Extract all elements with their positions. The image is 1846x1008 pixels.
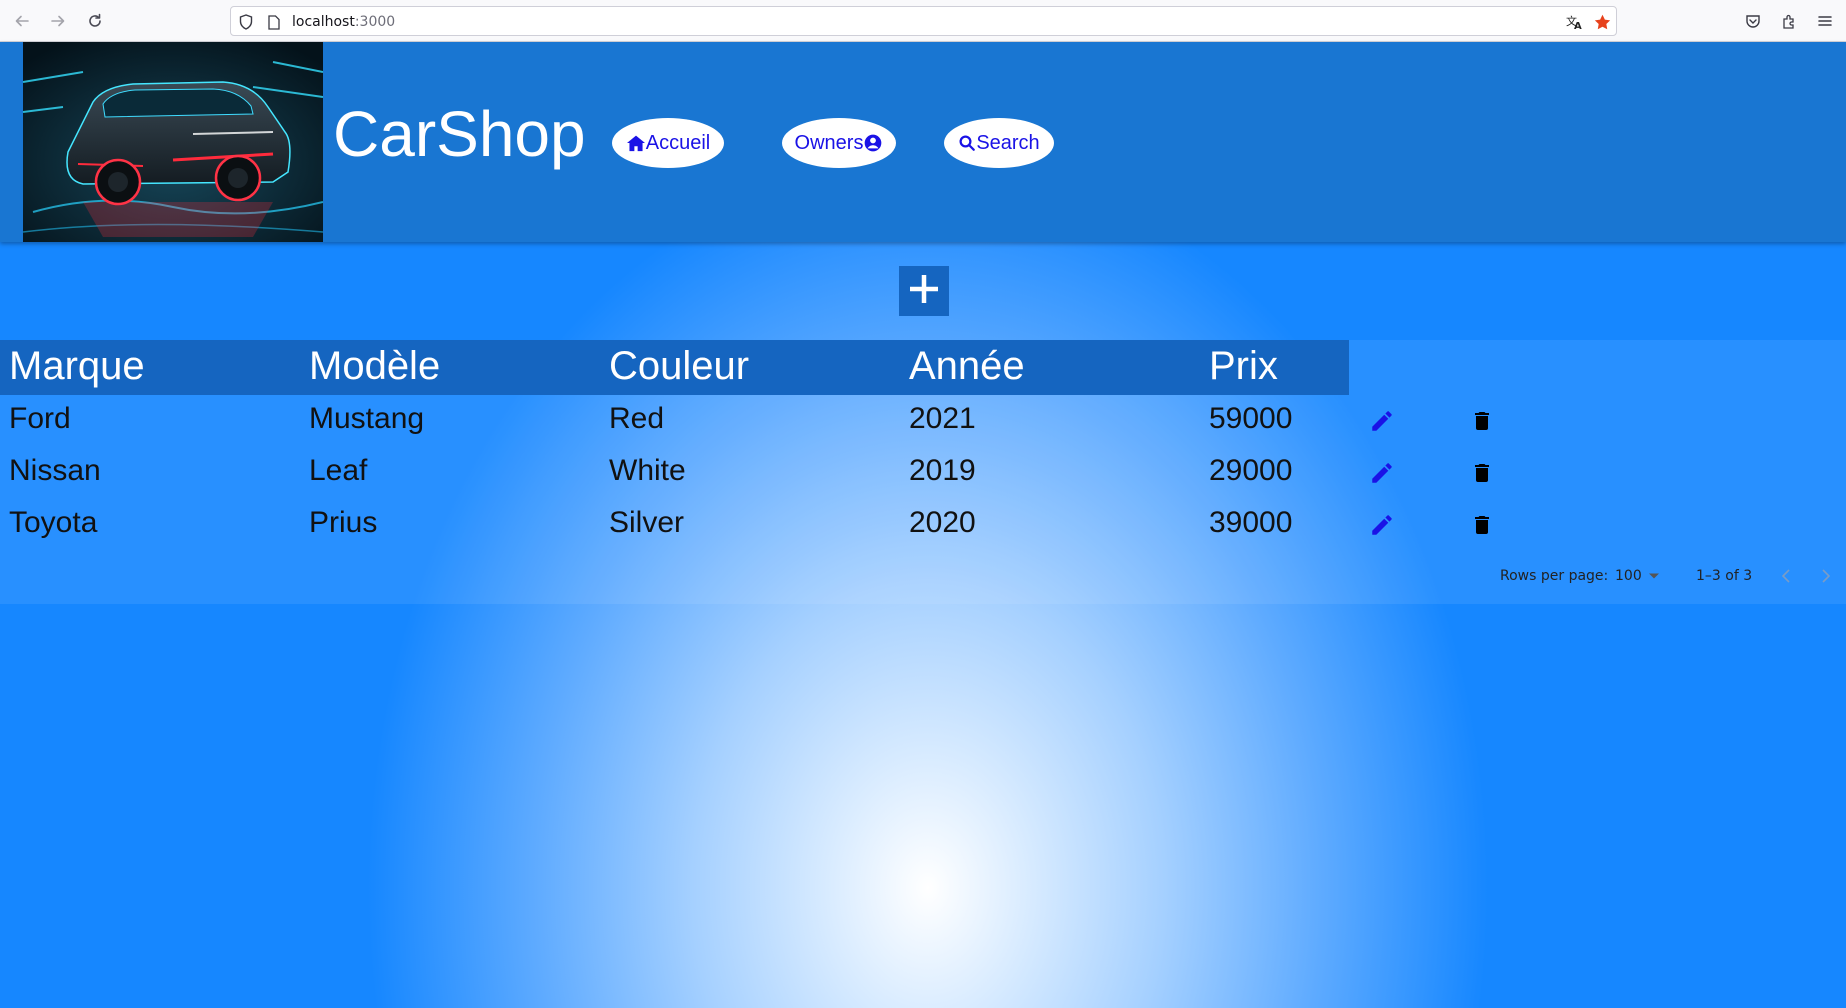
cell-model: Prius — [309, 506, 378, 539]
bookmark-star-icon[interactable] — [1593, 13, 1611, 31]
chevron-down-icon — [1648, 568, 1660, 584]
delete-button[interactable] — [1467, 458, 1497, 488]
owners-nav-button[interactable]: Owners — [782, 118, 896, 168]
cell-model: Leaf — [309, 454, 368, 487]
column-header-couleur[interactable]: Couleur — [609, 342, 749, 390]
column-header-annee[interactable]: Année — [909, 342, 1025, 390]
reload-icon[interactable] — [83, 9, 107, 33]
rows-per-page-select[interactable]: 100 — [1615, 568, 1660, 584]
delete-button[interactable] — [1467, 406, 1497, 436]
column-header-prix[interactable]: Prix — [1209, 342, 1278, 390]
menu-icon[interactable] — [1813, 9, 1837, 33]
cell-color: Red — [609, 402, 665, 435]
home-icon — [626, 134, 646, 152]
cell-brand: Nissan — [9, 454, 101, 487]
pencil-icon — [1372, 515, 1392, 535]
column-header-marque[interactable]: Marque — [9, 342, 145, 390]
cell-color: Silver — [609, 506, 685, 539]
cell-color: White — [609, 454, 686, 487]
rows-per-page-value: 100 — [1615, 568, 1642, 584]
search-icon — [958, 134, 976, 152]
cell-price: 29000 — [1209, 454, 1293, 487]
cell-year: 2021 — [909, 402, 976, 435]
extensions-icon[interactable] — [1777, 9, 1801, 33]
trash-icon — [1475, 464, 1489, 482]
add-car-button[interactable] — [899, 266, 949, 316]
url-bar[interactable]: localhost:3000 文A — [230, 6, 1617, 36]
url-port: :3000 — [354, 14, 396, 30]
search-nav-label: Search — [976, 131, 1040, 154]
home-nav-label: Accueil — [645, 131, 711, 154]
account-circle-icon — [863, 133, 883, 153]
pocket-icon[interactable] — [1741, 9, 1765, 33]
cell-brand: Toyota — [9, 506, 98, 539]
previous-page-icon[interactable] — [1776, 566, 1796, 586]
pencil-icon — [1372, 411, 1392, 431]
delete-button[interactable] — [1467, 510, 1497, 540]
pagination-range: 1–3 of 3 — [1696, 568, 1753, 584]
owners-nav-label: Owners — [794, 131, 864, 154]
pencil-icon — [1372, 463, 1392, 483]
edit-button[interactable] — [1367, 458, 1397, 488]
cell-price: 39000 — [1209, 506, 1293, 539]
car-logo-image — [23, 42, 323, 242]
forward-icon[interactable] — [46, 9, 70, 33]
shield-icon[interactable] — [237, 13, 255, 31]
back-icon[interactable] — [10, 9, 34, 33]
trash-icon — [1475, 412, 1489, 430]
app-title: CarShop — [333, 98, 586, 170]
edit-button[interactable] — [1367, 510, 1397, 540]
cell-brand: Ford — [9, 402, 71, 435]
plus-icon — [907, 272, 941, 311]
edit-button[interactable] — [1367, 406, 1397, 436]
browser-toolbar: localhost:3000 文A — [0, 0, 1846, 42]
url-host: localhost — [292, 14, 355, 30]
url-text: localhost:3000 — [292, 14, 395, 30]
cell-price: 59000 — [1209, 402, 1293, 435]
home-nav-button[interactable]: Accueil — [612, 118, 724, 168]
page-icon — [265, 13, 283, 31]
rows-per-page-label: Rows per page: — [1500, 568, 1609, 584]
cell-year: 2019 — [909, 454, 976, 487]
svg-text:A: A — [1574, 21, 1582, 30]
next-page-icon[interactable] — [1816, 566, 1836, 586]
app-header: CarShop Accueil Owners Search — [0, 42, 1846, 242]
cell-model: Mustang — [309, 402, 425, 435]
trash-icon — [1475, 516, 1489, 534]
column-header-modele[interactable]: Modèle — [309, 342, 440, 390]
translate-icon[interactable]: 文A — [1566, 13, 1584, 31]
cell-year: 2020 — [909, 506, 976, 539]
search-nav-button[interactable]: Search — [944, 118, 1054, 168]
